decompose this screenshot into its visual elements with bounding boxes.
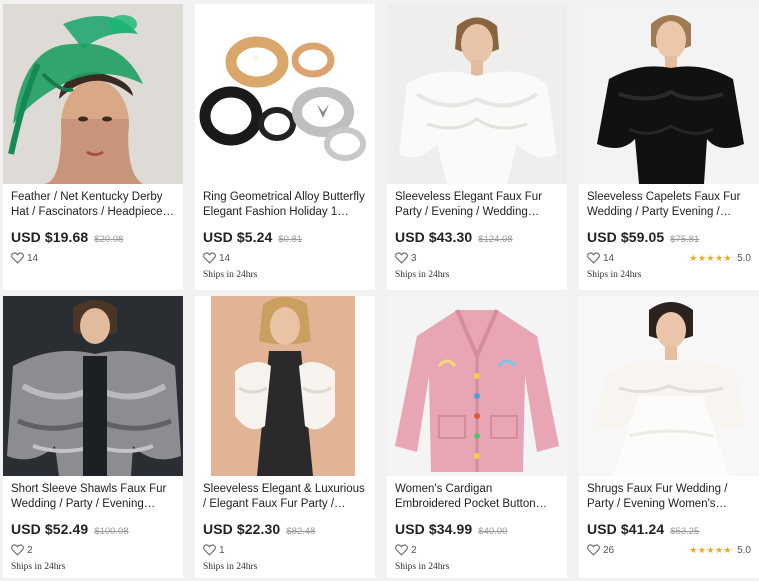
meta-row: 14: [11, 251, 175, 265]
ships-in-24hrs-label: Ships in 24hrs: [203, 270, 258, 280]
product-image[interactable]: [3, 296, 183, 476]
product-price: USD $43.30: [395, 229, 473, 245]
ships-in-24hrs-label: Ships in 24hrs: [11, 562, 66, 572]
product-old-price: $0.81: [278, 234, 303, 245]
likes-count: 1: [219, 544, 225, 556]
product-title[interactable]: Ring Geometrical Alloy Butterfly Elegant…: [203, 190, 367, 220]
product-price: USD $34.99: [395, 521, 473, 537]
ships-in-24hrs-label: Ships in 24hrs: [587, 270, 642, 280]
product-image[interactable]: [387, 296, 567, 476]
product-price: USD $19.68: [11, 229, 89, 245]
rating-value: 5.0: [737, 544, 751, 556]
product-image[interactable]: [579, 4, 759, 184]
ships-in-24hrs-label: Ships in 24hrs: [395, 562, 450, 572]
product-old-price: $100.08: [94, 526, 129, 537]
price-row: USD $22.30 $82.48: [203, 521, 367, 538]
star-rating-icon: ★★★★★: [689, 252, 733, 263]
heart-icon[interactable]: [203, 252, 216, 264]
star-rating-icon: ★★★★★: [689, 544, 733, 555]
likes-count: 2: [411, 544, 417, 556]
product-card[interactable]: Ring Geometrical Alloy Butterfly Elegant…: [195, 4, 375, 290]
meta-row: 14: [203, 251, 367, 265]
likes-count: 3: [411, 252, 417, 264]
product-card[interactable]: Sleeveless Elegant & Luxurious / Elegant…: [195, 296, 375, 578]
white-fur-stole-photo: [195, 296, 375, 476]
product-rating: ★★★★★ 5.0: [689, 545, 751, 556]
meta-row: 26 ★★★★★ 5.0: [587, 543, 751, 557]
product-card[interactable]: Shrugs Faux Fur Wedding / Party / Evenin…: [579, 296, 759, 578]
product-rating: ★★★★★ 5.0: [689, 253, 751, 264]
product-old-price: $124.08: [478, 234, 513, 245]
meta-row: 2: [11, 543, 175, 557]
likes-count: 14: [603, 252, 615, 264]
heart-icon[interactable]: [587, 544, 600, 556]
price-row: USD $34.99 $40.00: [395, 521, 559, 538]
black-fur-capelet-photo: [579, 4, 759, 184]
white-fur-shrug-photo: [579, 296, 759, 476]
product-price: USD $59.05: [587, 229, 665, 245]
rating-value: 5.0: [737, 252, 751, 264]
product-title[interactable]: Sleeveless Elegant & Luxurious / Elegant…: [203, 482, 367, 512]
price-row: USD $52.49 $100.08: [11, 521, 175, 538]
meta-row: 1: [203, 543, 367, 557]
pink-cardigan-photo: [387, 296, 567, 476]
product-grid: Feather / Net Kentucky Derby Hat / Fasci…: [0, 0, 759, 581]
product-old-price: $53.25: [670, 526, 700, 537]
product-title[interactable]: Shrugs Faux Fur Wedding / Party / Evenin…: [587, 482, 751, 512]
price-row: USD $43.30 $124.08: [395, 229, 559, 246]
product-card[interactable]: Women's Cardigan Embroidered Pocket Butt…: [387, 296, 567, 578]
heart-icon[interactable]: [395, 252, 408, 264]
product-price: USD $22.30: [203, 521, 281, 537]
product-title[interactable]: Sleeveless Elegant Faux Fur Party / Even…: [395, 190, 559, 220]
product-old-price: $82.48: [286, 526, 316, 537]
price-row: USD $5.24 $0.81: [203, 229, 367, 246]
product-card[interactable]: Sleeveless Capelets Faux Fur Wedding / P…: [579, 4, 759, 290]
product-title[interactable]: Feather / Net Kentucky Derby Hat / Fasci…: [11, 190, 175, 220]
heart-icon[interactable]: [587, 252, 600, 264]
likes-count: 14: [219, 252, 231, 264]
product-image[interactable]: [195, 296, 375, 476]
price-row: USD $19.68 $20.08: [11, 229, 175, 246]
product-image[interactable]: [3, 4, 183, 184]
product-card[interactable]: Feather / Net Kentucky Derby Hat / Fasci…: [3, 4, 183, 290]
ships-in-24hrs-label: Ships in 24hrs: [395, 270, 450, 280]
meta-row: 3: [395, 251, 559, 265]
heart-icon[interactable]: [11, 252, 24, 264]
price-row: USD $59.05 $75.81: [587, 229, 751, 246]
product-old-price: $40.00: [478, 526, 508, 537]
product-image[interactable]: [195, 4, 375, 184]
meta-row: 2: [395, 543, 559, 557]
product-card[interactable]: Sleeveless Elegant Faux Fur Party / Even…: [387, 4, 567, 290]
green-fascinator-hat-photo: [3, 4, 183, 184]
heart-icon[interactable]: [395, 544, 408, 556]
product-image[interactable]: [579, 296, 759, 476]
product-old-price: $20.08: [94, 234, 124, 245]
price-row: USD $41.24 $53.25: [587, 521, 751, 538]
butterfly-rings-photo: [195, 4, 375, 184]
heart-icon[interactable]: [11, 544, 24, 556]
product-title[interactable]: Short Sleeve Shawls Faux Fur Wedding / P…: [11, 482, 175, 512]
likes-count: 2: [27, 544, 33, 556]
product-old-price: $75.81: [670, 234, 700, 245]
ships-in-24hrs-label: Ships in 24hrs: [203, 562, 258, 572]
likes-count: 26: [603, 544, 615, 556]
likes-count: 14: [27, 252, 39, 264]
product-title[interactable]: Sleeveless Capelets Faux Fur Wedding / P…: [587, 190, 751, 220]
product-price: USD $52.49: [11, 521, 89, 537]
product-card[interactable]: Short Sleeve Shawls Faux Fur Wedding / P…: [3, 296, 183, 578]
grey-fur-shawl-photo: [3, 296, 183, 476]
white-fur-shawl-photo: [387, 4, 567, 184]
heart-icon[interactable]: [203, 544, 216, 556]
product-title[interactable]: Women's Cardigan Embroidered Pocket Butt…: [395, 482, 559, 512]
meta-row: 14 ★★★★★ 5.0: [587, 251, 751, 265]
product-price: USD $41.24: [587, 521, 665, 537]
product-image[interactable]: [387, 4, 567, 184]
product-price: USD $5.24: [203, 229, 273, 245]
